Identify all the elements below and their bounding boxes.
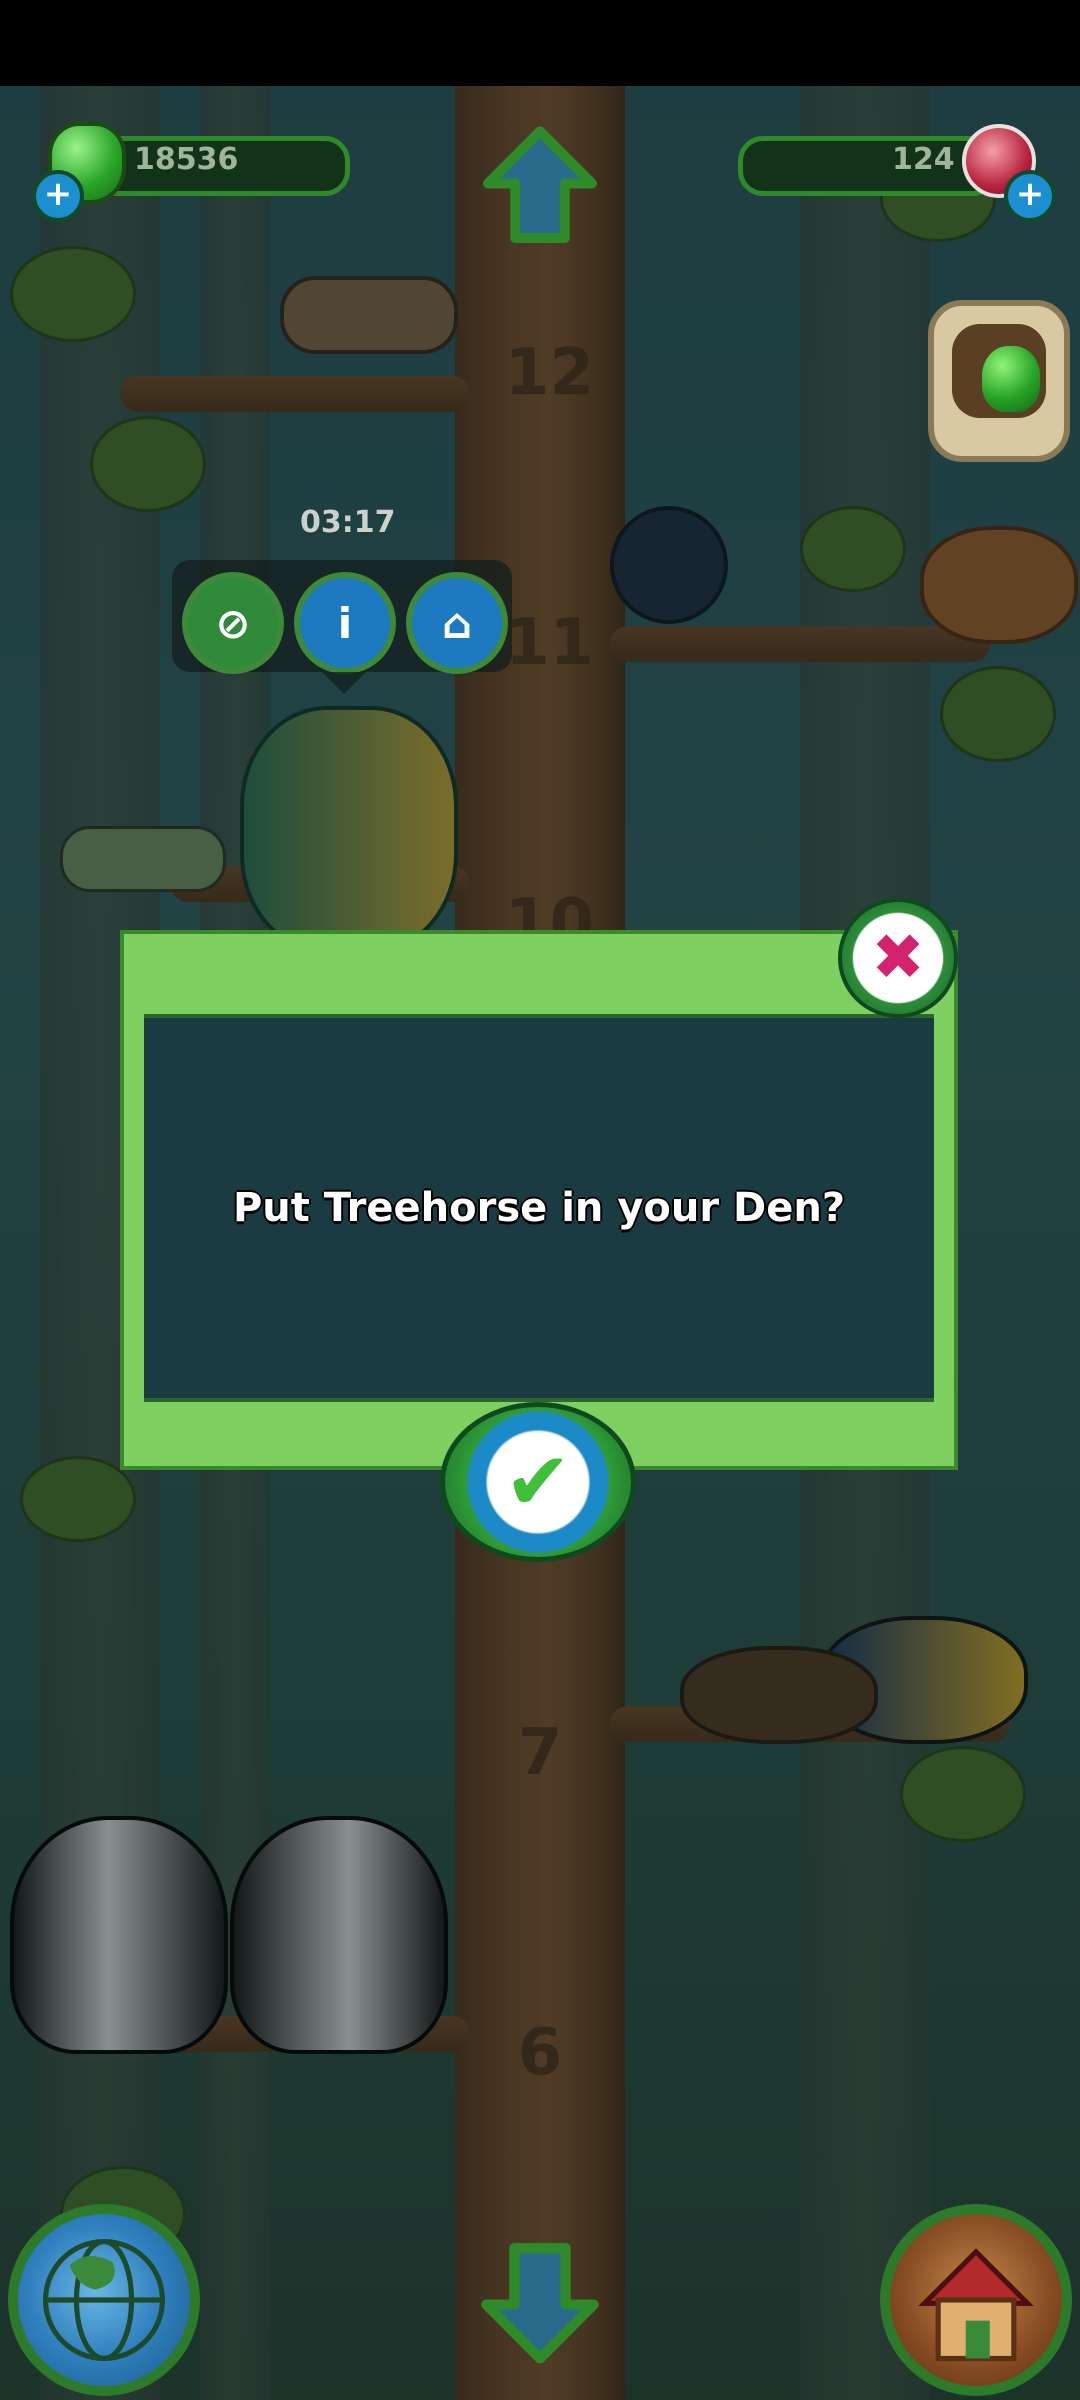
egg-shop-button[interactable] [928,300,1070,462]
confirm-button[interactable]: ✔ [440,1402,636,1562]
den-house-button[interactable] [880,2204,1072,2396]
add-green-gems-button[interactable]: + [32,170,84,222]
panel-pointer [322,672,366,694]
info-icon[interactable]: i [294,572,396,674]
scroll-up-arrow-icon[interactable] [478,124,602,248]
red-gem-counter [738,136,998,196]
net-icon[interactable]: ⊘ [182,572,284,674]
add-red-gems-button[interactable]: + [1004,170,1056,222]
dialog-message: Put Treehorse in your Den? [232,1185,846,1231]
close-icon: ✖ [871,921,925,995]
timer: 03:17 [300,505,396,540]
checkmark-icon: ✔ [504,1435,572,1528]
confirm-dialog: Put Treehorse in your Den? [120,930,958,1470]
green-gem-count: 18536 [134,142,239,177]
den-icon[interactable]: ⌂ [406,572,508,674]
scroll-down-arrow-icon[interactable] [476,2238,604,2366]
house-icon [918,2248,1034,2362]
status-bar [0,0,1080,86]
animal-action-panel: ⊘ i ⌂ [172,560,512,694]
dialog-content: Put Treehorse in your Den? [144,1014,934,1402]
globe-icon [42,2238,166,2362]
egg-slot [952,324,1046,418]
green-egg-icon [982,346,1040,412]
close-button[interactable]: ✖ [838,898,958,1018]
red-gem-count: 124 [892,142,955,177]
world-map-button[interactable] [8,2204,200,2396]
